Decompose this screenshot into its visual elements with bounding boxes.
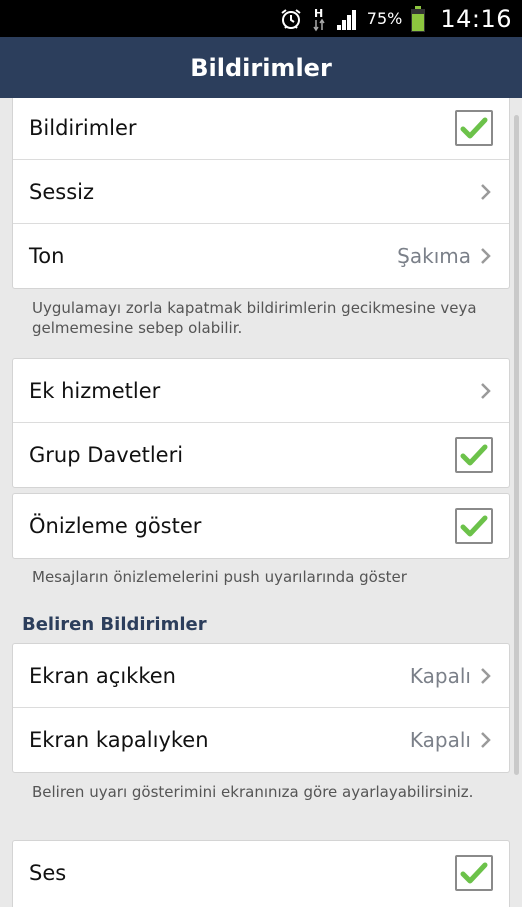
signal-bars-icon (335, 7, 359, 31)
row-silent[interactable]: Sessiz (13, 160, 509, 224)
row-label: Önizleme göster (29, 514, 202, 538)
row-notifications[interactable]: Bildirimler (13, 98, 509, 160)
sound-card: Ses (12, 840, 510, 907)
row-show-preview[interactable]: Önizleme göster (13, 494, 509, 558)
settings-list[interactable]: Bildirimler Sessiz Ton Şakıma Uygulamayı… (0, 98, 522, 907)
page-title: Bildirimler (190, 53, 332, 82)
row-group-invites[interactable]: Grup Davetleri (13, 423, 509, 487)
notifications-card: Bildirimler Sessiz Ton Şakıma (12, 98, 510, 289)
hspa-network-icon: H (311, 6, 327, 32)
chevron-right-icon (481, 732, 491, 748)
row-label: Ekran açıkken (29, 663, 176, 688)
battery-icon (410, 5, 426, 33)
row-screen-on[interactable]: Ekran açıkken Kapalı (13, 644, 509, 708)
chevron-right-icon (481, 248, 491, 264)
checkmark-icon (460, 117, 488, 138)
screen-off-value: Kapalı (409, 728, 471, 752)
section-title-popup: Beliren Bildirimler (22, 614, 207, 635)
popup-card: Ekran açıkken Kapalı Ekran kapalıyken Ka… (12, 643, 510, 773)
row-label: Sessiz (29, 179, 94, 204)
chevron-right-icon (481, 667, 491, 684)
row-screen-off[interactable]: Ekran kapalıyken Kapalı (13, 708, 509, 772)
popup-note: Beliren uyarı gösterimini ekranınıza gör… (32, 783, 474, 801)
alarm-clock-icon (279, 7, 303, 31)
notifications-checkbox[interactable] (455, 109, 493, 146)
checkmark-icon (460, 515, 488, 537)
preview-note: Mesajların önizlemelerini push uyarıları… (32, 568, 407, 586)
page-title-bar: Bildirimler (0, 37, 522, 98)
status-clock: 14:16 (440, 4, 512, 33)
chevron-right-icon (481, 382, 491, 399)
row-label: Ses (29, 861, 67, 885)
row-sound[interactable]: Ses (13, 841, 509, 905)
sound-checkbox[interactable] (455, 855, 493, 891)
row-additional-services[interactable]: Ek hizmetler (13, 359, 509, 423)
checkmark-icon (460, 444, 488, 466)
screen-on-value: Kapalı (409, 663, 471, 688)
checkmark-icon (460, 862, 488, 884)
row-label: Ton (29, 244, 65, 268)
row-label: Ek hizmetler (29, 378, 161, 403)
row-label: Bildirimler (29, 115, 137, 140)
group-invites-checkbox[interactable] (455, 437, 493, 473)
battery-percent: 75% (366, 9, 403, 28)
chevron-right-icon (481, 183, 491, 200)
status-bar: H 75% 14:16 (0, 0, 522, 37)
force-close-note: Uygulamayı zorla kapatmak bildirimlerin … (32, 299, 477, 337)
svg-text:H: H (314, 7, 323, 20)
row-label: Ekran kapalıyken (29, 728, 209, 752)
tone-value: Şakıma (397, 244, 471, 268)
row-label: Grup Davetleri (29, 443, 184, 467)
services-card: Ek hizmetler Grup Davetleri (12, 358, 510, 488)
show-preview-checkbox[interactable] (455, 508, 493, 544)
preview-card: Önizleme göster (12, 493, 510, 559)
scrollbar[interactable] (514, 115, 519, 775)
row-tone[interactable]: Ton Şakıma (13, 224, 509, 288)
